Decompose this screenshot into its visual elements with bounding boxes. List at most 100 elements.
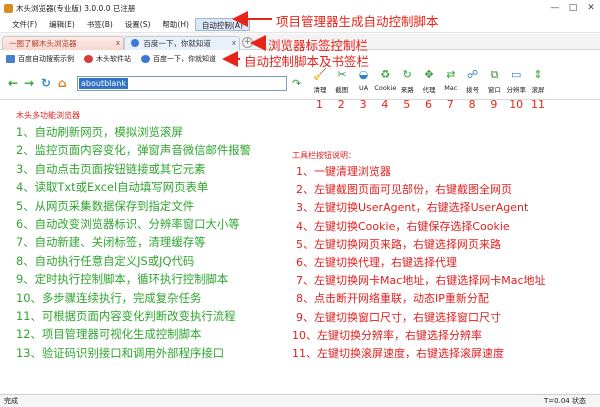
status-text: 完成 — [4, 397, 18, 405]
tab-intro[interactable]: 一图了解木头浏览器 x — [2, 36, 124, 50]
go-arrow-icon[interactable]: ↷ — [292, 77, 301, 90]
forward-arrow-icon[interactable]: → — [24, 76, 34, 90]
toolbar-label: 来路 — [400, 86, 414, 94]
toolbar-help-item: 9、左键切换窗口尺寸，右键选择窗口尺寸 — [296, 310, 501, 324]
feature-item: 2、监控页面内容变化，弹窗声音微信邮件报警 — [16, 143, 252, 158]
baidu-paw-icon — [131, 39, 139, 47]
home-icon[interactable]: ⌂ — [58, 76, 67, 90]
bookmark-mutou-site[interactable]: 木头软件站 — [84, 54, 131, 64]
toolbar-label: 代理 — [422, 86, 436, 94]
feature-item: 10、多步骤连续执行，完成复杂任务 — [16, 290, 202, 305]
address-input-value[interactable]: aboutblank — [79, 78, 128, 89]
toolbar-number-label: 9 — [490, 98, 498, 111]
toolbar-mac-button[interactable]: ⇄ Mac — [439, 66, 463, 92]
maximize-button[interactable]: □ — [564, 0, 582, 17]
toolbar-help-item: 5、左键切换网页来路，右键选择网页来路 — [296, 237, 501, 251]
toolbar-help-item: 6、左键切换代理，右键选择代理 — [296, 256, 457, 269]
bookmark-label: 木头软件站 — [96, 54, 131, 63]
app-logo-icon — [4, 4, 13, 13]
window-icon: ⧉ — [490, 68, 499, 81]
toolbar-number-label: 1 — [316, 98, 323, 111]
referrer-icon: ↻ — [402, 68, 412, 81]
tab-baidu[interactable]: 百度一下，你就知道 x — [124, 36, 240, 50]
tab-label: 百度一下，你就知道 — [143, 39, 211, 48]
broom-icon: 🧹 — [313, 68, 327, 81]
bookmark-label: 百度自动搜索示例 — [18, 54, 74, 63]
tab-close-icon[interactable]: x — [116, 37, 120, 50]
scissors-icon: ✂ — [337, 68, 347, 81]
toolbar-referrer-button[interactable]: ↻ 来路 — [395, 66, 419, 94]
flower-icon — [84, 54, 93, 63]
toolbar-number-label: 4 — [381, 98, 389, 111]
feature-item: 11、可根据页面内容变化判断改变执行流程 — [16, 309, 236, 323]
toolbar-number-label: 5 — [403, 98, 411, 111]
bookmark-label: 百度一下，你就知道 — [153, 54, 216, 63]
toolbar-help-item: 3、左键切换UserAgent，右键选择UserAgent — [296, 201, 529, 215]
feature-item: 9、定时执行控制脚本，循环执行控制脚本 — [16, 272, 229, 287]
refresh-icon[interactable]: ↻ — [41, 76, 51, 90]
feature-item: 6、自动改变浏览器标识、分辨率窗口大小等 — [16, 217, 240, 231]
window-controls: — □ ✕ — [546, 0, 600, 17]
toolbar-cookie-button[interactable]: ♻ Cookie — [373, 66, 397, 92]
toolbar-number-label: 8 — [468, 98, 476, 111]
status-timer: T=0.04 — [544, 397, 570, 405]
features-title: 木头多功能浏览器 — [16, 111, 80, 120]
feature-item: 1、自动刷新网页，模拟浏览滚屏 — [16, 125, 183, 139]
bookmark-baidu[interactable]: 百度一下，你就知道 — [141, 54, 216, 64]
toolbar-help-item: 8、点击断开网络重联，动态IP重新分配 — [296, 292, 489, 306]
menu-file[interactable]: 文件(F) — [6, 18, 43, 31]
dial-icon: ☍ — [467, 68, 479, 81]
feature-item: 5、从网页采集数据保存到指定文件 — [16, 198, 195, 213]
toolbar-scissors-button[interactable]: ✂ 截图 — [330, 66, 354, 94]
toolbar-proxy-button[interactable]: ✥ 代理 — [417, 66, 441, 94]
feature-item: 7、自动新建、关闭标签，清理缓存等 — [16, 235, 206, 250]
toolbar-help-item: 1、一键清理浏览器 — [296, 165, 391, 178]
status-state: 状态 — [572, 397, 586, 405]
menu-help[interactable]: 帮助(H) — [156, 18, 195, 31]
close-button[interactable]: ✕ — [582, 0, 600, 17]
toolbar-number-label: 11 — [531, 98, 545, 111]
toolbar-number-label: 6 — [425, 98, 432, 111]
toolbar-number-label: 2 — [337, 98, 345, 111]
toolbar-label: UA — [358, 84, 369, 92]
minimize-button[interactable]: — — [546, 0, 564, 17]
window-title: 木头浏览器(专业版) 3.0.0.0 已注册 — [16, 4, 136, 13]
tab-close-icon[interactable]: x — [232, 37, 236, 50]
document-icon — [6, 54, 15, 63]
toolbar-number-label: 10 — [509, 98, 524, 111]
toolbar-scroll-button[interactable]: ⇕ 滚屏 — [526, 66, 550, 94]
toolbar-dial-button[interactable]: ☍ 拨号 — [461, 66, 485, 94]
bookmark-baidu-auto-search[interactable]: 百度自动搜索示例 — [6, 54, 74, 64]
toolbar-label: Mac — [444, 84, 458, 92]
toolbar-number-label: 7 — [446, 98, 454, 111]
paw-icon — [141, 54, 150, 63]
annotation-menu: 项目管理器生成自动控制脚本 — [276, 14, 439, 29]
toolbar-label: 滚屏 — [531, 86, 545, 94]
toolbar-help-item: 11、左键切换滚屏速度，右键选择滚屏速度 — [292, 347, 504, 360]
menu-edit[interactable]: 编辑(E) — [43, 18, 81, 31]
menu-bookmarks[interactable]: 书签(B) — [81, 18, 119, 31]
toolbar-help-title: 工具栏按钮说明： — [292, 151, 356, 160]
address-bar[interactable]: aboutblank — [77, 76, 287, 91]
mac-icon: ⇄ — [446, 68, 456, 81]
toolbar-label: Cookie — [374, 84, 397, 92]
tab-label: 一图了解木头浏览器 — [9, 39, 77, 48]
feature-item: 4、读取Txt或Excel自动填写网页表单 — [16, 180, 209, 195]
toolbar-window-button[interactable]: ⧉ 窗口 — [482, 66, 506, 94]
back-arrow-icon[interactable]: ← — [8, 76, 18, 90]
proxy-icon: ✥ — [424, 68, 434, 81]
toolbar-help-item: 10、左键切换分辨率，右键选择分辨率 — [292, 328, 482, 342]
feature-item: 3、自动点击页面按钮链接或其它元素 — [16, 161, 206, 176]
menu-auto-control[interactable]: 自动控制(A) — [194, 18, 250, 31]
toolbar-resolution-button[interactable]: ▭ 分辨率 — [504, 66, 528, 94]
tool-bar: 🧹 清理 ✂ 截图 ◒ UA ♻ Cookie ↻ 来路 ✥ 代理 ⇄ Mac ☍ 拨号 ⧉ 窗口 ▭ 分辨率 ⇕ 滚屏 — [310, 66, 600, 96]
toolbar-label: 清理 — [313, 86, 327, 94]
new-tab-button[interactable]: + — [242, 37, 253, 48]
cookie-icon: ♻ — [380, 68, 391, 81]
menu-settings[interactable]: 设置(S) — [119, 18, 157, 31]
feature-item: 12、项目管理器可视化生成控制脚本 — [16, 327, 202, 342]
feature-item: 8、自动执行任意自定义JS或JQ代码 — [16, 253, 195, 268]
toolbar-label: 拨号 — [466, 86, 480, 94]
toolbar-broom-button[interactable]: 🧹 清理 — [308, 66, 332, 94]
toolbar-number-label: 3 — [359, 98, 367, 111]
